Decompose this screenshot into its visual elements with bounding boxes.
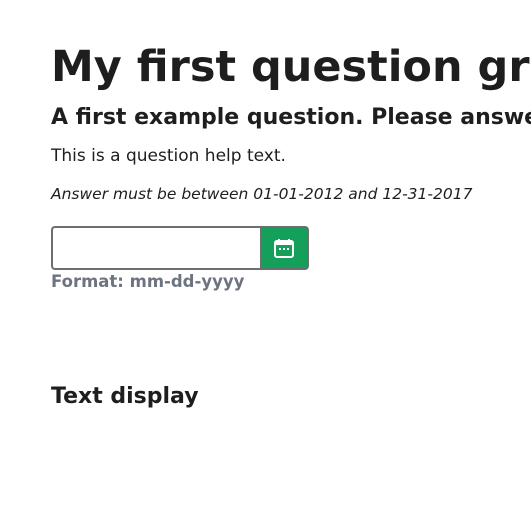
question-group-title: My first question group (51, 42, 531, 92)
date-picker (51, 226, 309, 270)
question-help-text: This is a question help text. (51, 146, 286, 166)
date-format-hint: Format: mm-dd-yyyy (51, 272, 245, 291)
text-display-title: Text display (51, 384, 199, 409)
date-input[interactable] (51, 226, 260, 270)
calendar-button[interactable] (260, 226, 309, 270)
question-text: A first example question. Please answer … (51, 105, 531, 130)
survey-page: My first question group A first example … (0, 0, 531, 513)
question-validation-tip: Answer must be between 01-01-2012 and 12… (51, 185, 473, 203)
calendar-icon (274, 239, 294, 258)
